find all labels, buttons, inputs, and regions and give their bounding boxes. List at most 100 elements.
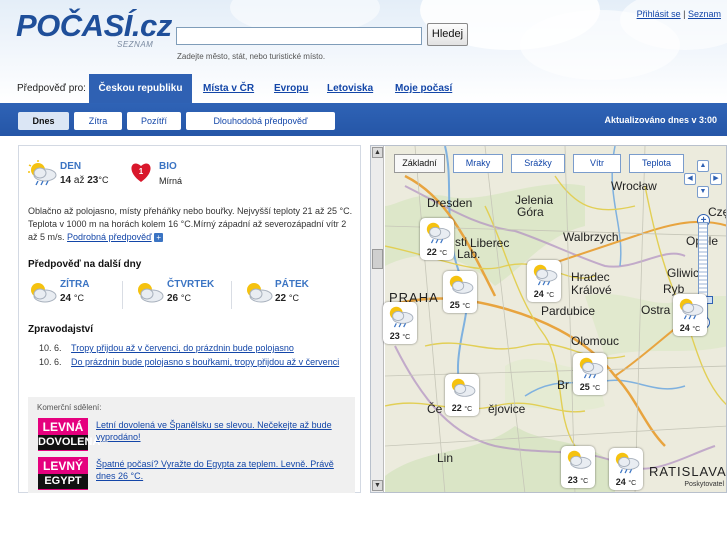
ad-link-egypt[interactable]: Špatné počasí? Vyražte do Egypta za tepl… xyxy=(96,458,348,482)
map-city-label: Lin xyxy=(437,451,454,465)
map-credit: Poskytovatel xyxy=(684,481,724,488)
map-temp-unit: °C xyxy=(692,326,701,333)
map-temp-badge[interactable]: 24 °C xyxy=(609,448,643,490)
pan-left-icon[interactable]: ◀ xyxy=(684,173,696,185)
map-temp-value: 25 xyxy=(449,300,460,310)
day1-temp: 24 °C xyxy=(60,293,84,304)
map-temp-label: 22 °C xyxy=(445,403,479,413)
pan-down-icon[interactable]: ▼ xyxy=(697,186,709,198)
plus-icon[interactable]: + xyxy=(154,233,164,243)
map-city-label: Dresden xyxy=(427,196,473,210)
day2-temp-unit: °C xyxy=(180,293,192,303)
map-temp-value: 22 xyxy=(426,247,437,257)
nav-tab-moje-pocasi[interactable]: Moje počasí xyxy=(395,83,452,94)
map-tab-teplota[interactable]: Teplota xyxy=(629,154,684,173)
pan-right-icon[interactable]: ▶ xyxy=(710,173,722,185)
today-description: Oblačno až polojasno, místy přeháňky neb… xyxy=(28,205,358,244)
map-temp-badge[interactable]: 23 °C xyxy=(383,302,417,344)
nav-tab-ceskou-republiku[interactable]: Českou republiku xyxy=(89,74,192,103)
updated-time: Aktualizováno dnes v 3:00 xyxy=(604,115,717,125)
search-button[interactable]: Hledej xyxy=(427,23,468,46)
map-city-label: Walbrzych xyxy=(563,230,619,244)
today-temp: 14 až 23°C xyxy=(60,175,108,186)
day2-name: ČTVRTEK xyxy=(167,279,215,290)
map-temp-badge[interactable]: 22 °C xyxy=(445,374,479,416)
day3-temp-value: 22 xyxy=(275,293,287,304)
map-temp-unit: °C xyxy=(402,334,411,341)
map-temp-label: 23 °C xyxy=(383,331,417,341)
news-date: 10. 6. xyxy=(39,343,62,353)
day1-temp-unit: °C xyxy=(73,293,85,303)
map-city-label: Pardubice xyxy=(541,304,596,318)
subnav-dlouhodoba[interactable]: Dlouhodobá předpověď xyxy=(186,112,335,130)
partly-cloudy-rain-icon xyxy=(426,222,451,244)
map-temp-label: 24 °C xyxy=(673,323,707,333)
map-temp-unit: °C xyxy=(592,385,601,392)
scroll-up-arrow-icon[interactable]: ▲ xyxy=(372,147,383,158)
map-temp-badge[interactable]: 25 °C xyxy=(443,271,477,313)
detail-forecast-link[interactable]: Podrobná předpověď xyxy=(67,232,152,242)
subnav-zitra[interactable]: Zítra xyxy=(74,112,122,130)
map-temp-label: 25 °C xyxy=(443,300,477,310)
search-input[interactable] xyxy=(176,27,422,45)
day3-temp-unit: °C xyxy=(288,293,300,303)
nav-label: Předpověď pro: xyxy=(17,83,86,94)
map-city-label: ějovice xyxy=(488,402,526,416)
map-temp-badge[interactable]: 25 °C xyxy=(573,353,607,395)
partly-cloudy-rain-icon xyxy=(615,452,640,474)
ad-image-egypt[interactable]: LEVNÝ EGYPT xyxy=(38,457,88,490)
map-temp-value: 24 xyxy=(679,323,690,333)
map-temp-badge[interactable]: 22 °C xyxy=(420,218,454,260)
news-link[interactable]: Tropy přijdou až v červenci, do prázdnin… xyxy=(71,343,294,353)
today-temp-conj: až xyxy=(73,175,85,186)
header: POČASÍ.cz SEZNAM Hledej Zadejte město, s… xyxy=(0,0,727,103)
scroll-down-arrow-icon[interactable]: ▼ xyxy=(372,480,383,491)
bio-label: BIO xyxy=(159,161,177,172)
pan-up-icon[interactable]: ▲ xyxy=(697,160,709,172)
map-city-label: Če xyxy=(427,402,443,416)
news-link[interactable]: Do prázdnin bude polojasno s bouřkami, t… xyxy=(71,357,339,367)
day1-name: ZÍTRA xyxy=(60,279,90,290)
ad-link-dovolena[interactable]: Letní dovolená ve Španělsku se slevou. N… xyxy=(96,419,348,443)
subnav-dnes[interactable]: Dnes xyxy=(18,112,69,130)
today-label: DEN xyxy=(60,161,82,172)
partly-cloudy-icon xyxy=(247,283,273,303)
map-temp-label: 22 °C xyxy=(420,247,454,257)
map-tab-mraky[interactable]: Mraky xyxy=(453,154,503,173)
map-tab-zakladni[interactable]: Základní xyxy=(394,154,445,173)
map-canvas[interactable]: Dresden Wrocław Jelenia Góra Liberec Wal… xyxy=(383,146,726,492)
news-title: Zpravodajství xyxy=(28,324,94,335)
map-tab-srazky[interactable]: Srážky xyxy=(511,154,565,173)
map-temp-badge[interactable]: 23 °C xyxy=(561,446,595,488)
map-temp-value: 23 xyxy=(389,331,400,341)
seznam-link[interactable]: Seznam xyxy=(688,9,721,19)
ad-image-dovolena[interactable]: LEVNÁ DOVOLENÁ xyxy=(38,418,100,451)
today-temp-unit: °C xyxy=(98,175,109,185)
subnav-pozitri[interactable]: Pozítří xyxy=(127,112,181,130)
partly-cloudy-icon xyxy=(449,275,474,294)
partly-cloudy-rain-icon xyxy=(28,160,57,186)
nav-tab-letoviska[interactable]: Letoviska xyxy=(327,83,373,94)
news-date: 10. 6. xyxy=(39,357,62,367)
scroll-thumb[interactable] xyxy=(372,249,383,269)
forecast-panel: DEN 14 až 23°C 1 BIO Mírná Oblačno až po… xyxy=(18,145,361,493)
today-temp-to: 23 xyxy=(87,175,99,186)
map-city-label: Olomouc xyxy=(571,334,620,348)
nav-tab-evropu[interactable]: Evropu xyxy=(274,83,308,94)
map-temp-badge[interactable]: 24 °C xyxy=(527,260,561,302)
logo[interactable]: POČASÍ.cz xyxy=(16,8,172,44)
map-temp-badge[interactable]: 24 °C xyxy=(673,294,707,336)
map-city-label: Ostra xyxy=(641,303,671,317)
weather-map[interactable]: ▲ ▼ Dresden Wrocław Jelenia Góra Liberec… xyxy=(370,145,727,493)
map-temp-label: 25 °C xyxy=(573,382,607,392)
map-temp-unit: °C xyxy=(439,250,448,257)
partly-cloudy-rain-icon xyxy=(389,306,414,328)
login-link[interactable]: Přihlásit se xyxy=(637,9,681,19)
map-temp-value: 23 xyxy=(567,475,578,485)
map-temp-unit: °C xyxy=(462,303,471,310)
day1-temp-value: 24 xyxy=(60,293,72,304)
divider xyxy=(231,281,232,309)
map-tab-vitr[interactable]: Vítr xyxy=(573,154,621,173)
next-days-title: Předpověď na další dny xyxy=(28,259,142,270)
nav-tab-mista-v-cr[interactable]: Místa v ČR xyxy=(203,83,254,94)
